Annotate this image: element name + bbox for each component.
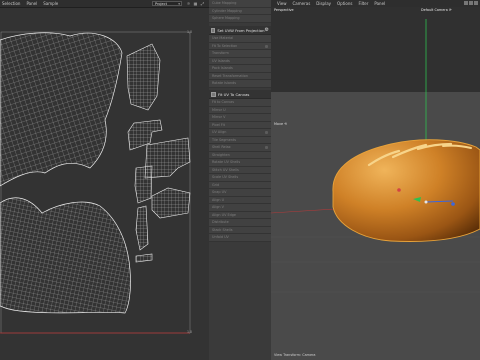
uv-axis-label-top: 1,0 [187,30,193,34]
panel-row[interactable]: Mirror V [209,114,271,122]
panel-row[interactable]: Rotate UV Shells [209,159,271,167]
panel-row[interactable]: Pack Islands [209,65,271,73]
panel-row[interactable]: Shell Relax [209,144,271,152]
transform-label: Move ⟲ [274,122,288,126]
menu-options[interactable]: Options [337,1,352,6]
checkbox-icon[interactable] [211,91,216,97]
viewport-3d[interactable]: View Cameras Display Options Filter Pane… [271,0,480,360]
panel-section-uvw-projection: Set UVW From Projection ⚙ Use Material F… [209,26,271,88]
panel-row[interactable]: UV Align [209,129,271,137]
checkbox-icon[interactable] [211,27,216,33]
uv-editor-pane: Selection Panel Sample Project ▾ ☼ ▦ ⤢ 1… [0,0,210,360]
panel-row[interactable]: Stack Shells [209,226,271,234]
panel-top-group: Cube Mapping Cylinder Mapping Sphere Map… [209,0,271,23]
window-icon[interactable] [464,1,468,5]
uv-island-bottom[interactable] [0,197,131,314]
gizmo-center[interactable] [424,200,428,204]
viewport-sky-band [271,7,480,92]
menu-display[interactable]: Display [316,1,331,6]
uv-island-small-6[interactable] [135,205,149,251]
sun-icon[interactable]: ☼ [186,1,191,6]
option-box-icon[interactable] [265,131,268,134]
panel-row[interactable]: Snap UV [209,189,271,197]
uv-island-small-5[interactable] [151,187,191,219]
menu-selection[interactable]: Selection [2,1,20,6]
panel-row[interactable]: Align V [209,204,271,212]
option-box-icon[interactable] [265,44,268,48]
panel-row[interactable]: Transform [209,50,271,58]
gear-icon[interactable]: ⚙ [265,27,269,33]
panel-row[interactable]: Distribute [209,219,271,227]
uv-axis-label-bottom: 1,0 [187,330,193,334]
menu-filter[interactable]: Filter [358,1,368,6]
chevron-down-icon: ▾ [178,1,180,6]
panel-row[interactable]: Reset Transformation [209,72,271,80]
option-box-icon[interactable] [265,146,268,149]
view-name: Perspective [274,8,294,12]
panel-row[interactable]: UV Islands [209,57,271,65]
panel-header-label: Fit UV To Canvas [218,91,250,97]
panel-row[interactable]: Scale UV Shells [209,174,271,182]
uv-island-small-4[interactable] [134,165,153,204]
window-icon[interactable] [469,1,473,5]
uv-island-top[interactable] [0,32,123,187]
panel-row[interactable]: Rotate Islands [209,80,271,88]
panel-row[interactable]: Align UV Edge [209,211,271,219]
menu-view[interactable]: View [277,1,287,6]
panel-row[interactable]: Mirror U [209,106,271,114]
panel-row[interactable]: Sphere Mapping [209,15,271,23]
menu-panel[interactable]: Panel [26,1,37,6]
menu-sample[interactable]: Sample [43,1,58,6]
panel-header-fit-canvas[interactable]: Fit UV To Canvas [209,90,271,99]
panel-row[interactable]: Cylinder Mapping [209,7,271,15]
gizmo-handle-red[interactable] [397,188,401,192]
panel-header-label: Set UVW From Projection [217,27,265,33]
menu-panel[interactable]: Panel [374,1,385,6]
uv-tools-panel: Cube Mapping Cylinder Mapping Sphere Map… [209,0,272,360]
panel-row[interactable]: Fit To Selection [209,42,271,50]
viewport-canvas[interactable] [271,7,480,360]
panel-section-fit-canvas: Fit UV To Canvas Fit to Canvas Mirror U … [209,90,271,242]
uv-canvas[interactable] [0,8,209,360]
panel-row[interactable]: Cube Mapping [209,0,271,8]
expand-icon[interactable]: ⤢ [200,1,205,6]
panel-row[interactable]: Stitch UV Shells [209,166,271,174]
panel-row[interactable]: Grid [209,181,271,189]
panel-header-uvw-projection[interactable]: Set UVW From Projection ⚙ [209,26,271,35]
panel-row[interactable]: Fit to Canvas [209,99,271,107]
viewport-status: View Transform: Camera [274,353,316,357]
panel-row[interactable]: Straighten [209,151,271,159]
window-icon[interactable] [474,1,478,5]
panel-row[interactable]: Use Material [209,35,271,43]
uv-toolbar: ☼ ▦ ⤢ [186,1,205,6]
panel-row[interactable]: Unfold UV [209,234,271,242]
uv-island-small-7[interactable] [135,253,153,263]
grid-icon[interactable]: ▦ [193,1,198,6]
projection-select-value: Project [155,1,167,6]
gizmo-handle-blue[interactable] [451,202,455,206]
uv-island-small-1[interactable] [126,43,161,111]
camera-name[interactable]: Default Camera ⟳ [421,8,452,12]
viewport-window-controls [464,1,478,5]
panel-row[interactable]: Align U [209,196,271,204]
projection-select[interactable]: Project ▾ [152,1,182,6]
panel-row[interactable]: Pixel Fit [209,121,271,129]
panel-row[interactable]: Tile Segments [209,136,271,144]
menu-cameras[interactable]: Cameras [293,1,311,6]
